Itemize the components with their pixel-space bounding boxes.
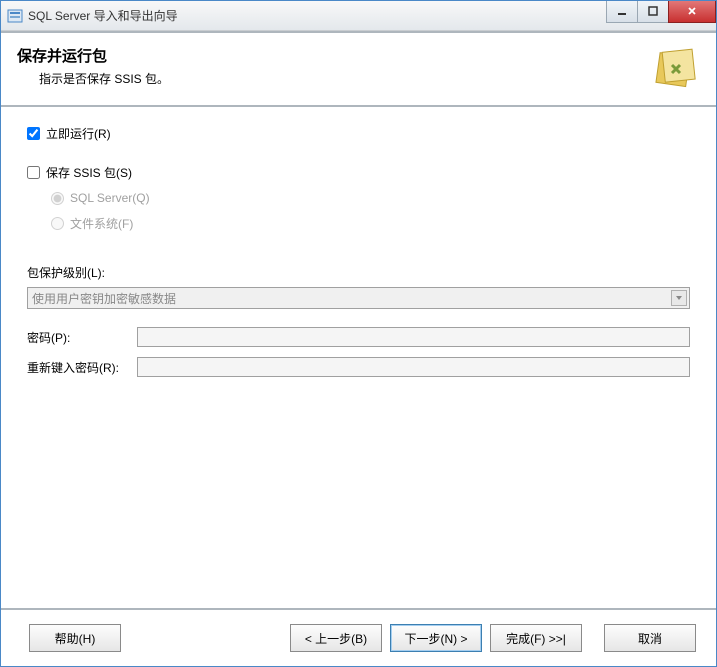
confirm-password-input <box>137 357 690 377</box>
protection-level-label: 包保护级别(L): <box>27 264 690 281</box>
window-title: SQL Server 导入和导出向导 <box>28 7 607 24</box>
window-controls <box>607 1 716 23</box>
password-input <box>137 327 690 347</box>
back-button[interactable]: < 上一步(B) <box>290 624 382 652</box>
close-button[interactable] <box>668 1 716 23</box>
minimize-button[interactable] <box>606 1 638 23</box>
save-ssis-option[interactable]: 保存 SSIS 包(S) <box>27 164 690 181</box>
wizard-header: 保存并运行包 指示是否保存 SSIS 包。 <box>1 31 716 107</box>
wizard-footer: 帮助(H) < 上一步(B) 下一步(N) > 完成(F) >>| 取消 <box>1 608 716 666</box>
run-now-checkbox[interactable] <box>27 127 40 140</box>
wizard-icon <box>652 45 700 93</box>
protection-level-combo: 使用用户密钥加密敏感数据 <box>27 287 690 309</box>
wizard-window: SQL Server 导入和导出向导 保存并运行包 指示是否保存 SSIS 包。… <box>0 0 717 667</box>
protection-level-value: 使用用户密钥加密敏感数据 <box>32 290 176 307</box>
filesystem-label: 文件系统(F) <box>70 215 133 232</box>
cancel-button[interactable]: 取消 <box>604 624 696 652</box>
filesystem-target-option: 文件系统(F) <box>27 215 690 232</box>
save-ssis-checkbox[interactable] <box>27 166 40 179</box>
sqlserver-target-option: SQL Server(Q) <box>27 191 690 205</box>
run-now-option[interactable]: 立即运行(R) <box>27 125 690 142</box>
page-title: 保存并运行包 <box>17 45 652 66</box>
next-button[interactable]: 下一步(N) > <box>390 624 482 652</box>
title-bar[interactable]: SQL Server 导入和导出向导 <box>1 1 716 31</box>
confirm-password-row: 重新键入密码(R): <box>27 357 690 377</box>
help-button[interactable]: 帮助(H) <box>29 624 121 652</box>
app-icon <box>7 8 23 24</box>
filesystem-radio <box>51 217 64 230</box>
chevron-down-icon <box>671 290 687 306</box>
sqlserver-label: SQL Server(Q) <box>70 191 150 205</box>
finish-button[interactable]: 完成(F) >>| <box>490 624 582 652</box>
confirm-password-label: 重新键入密码(R): <box>27 359 137 376</box>
sqlserver-radio <box>51 192 64 205</box>
wizard-content: 立即运行(R) 保存 SSIS 包(S) SQL Server(Q) 文件系统(… <box>1 107 716 608</box>
maximize-button[interactable] <box>637 1 669 23</box>
run-now-label: 立即运行(R) <box>46 125 111 142</box>
password-label: 密码(P): <box>27 329 137 346</box>
save-ssis-label: 保存 SSIS 包(S) <box>46 164 132 181</box>
page-subtitle: 指示是否保存 SSIS 包。 <box>17 70 652 87</box>
password-row: 密码(P): <box>27 327 690 347</box>
